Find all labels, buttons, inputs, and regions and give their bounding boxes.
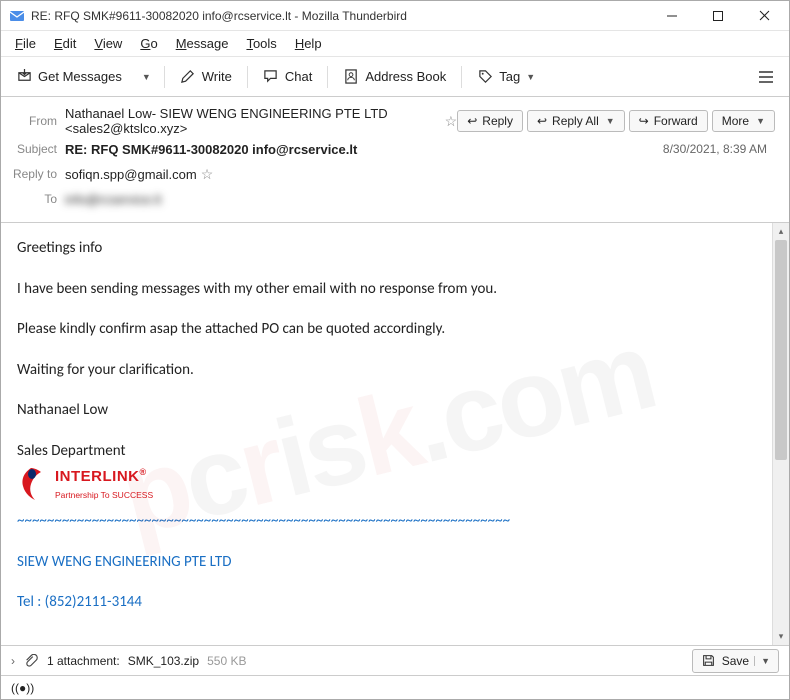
menu-tools[interactable]: Tools bbox=[238, 33, 284, 54]
from-label: From bbox=[1, 114, 65, 128]
expand-icon[interactable]: › bbox=[11, 654, 15, 668]
forward-icon: ↪ bbox=[639, 114, 649, 128]
date-value: 8/30/2021, 8:39 AM bbox=[663, 142, 775, 156]
titlebar: RE: RFQ SMK#9611-30082020 info@rcservice… bbox=[1, 1, 789, 31]
app-menu-button[interactable] bbox=[749, 63, 783, 91]
menu-file[interactable]: File bbox=[7, 33, 44, 54]
scroll-up-icon[interactable]: ▴ bbox=[773, 223, 789, 240]
toolbar: Get Messages ▼ Write Chat Address Book T… bbox=[1, 57, 789, 97]
app-icon bbox=[9, 8, 25, 24]
menu-go[interactable]: Go bbox=[132, 33, 165, 54]
menu-view[interactable]: View bbox=[86, 33, 130, 54]
chevron-down-icon: ▼ bbox=[606, 116, 615, 126]
menubar: File Edit View Go Message Tools Help bbox=[1, 31, 789, 57]
chevron-down-icon: ▼ bbox=[756, 116, 765, 126]
reply-all-icon: ↩ bbox=[537, 114, 547, 128]
window-title: RE: RFQ SMK#9611-30082020 info@rcservice… bbox=[31, 9, 649, 23]
message-body: pcrisk.com Greetings info I have been se… bbox=[1, 223, 772, 645]
replyto-value[interactable]: sofiqn.spp@gmail.com bbox=[65, 167, 197, 182]
message-header: From Nathanael Low- SIEW WENG ENGINEERIN… bbox=[1, 97, 789, 223]
body-p1: I have been sending messages with my oth… bbox=[17, 278, 756, 301]
forward-button[interactable]: ↪Forward bbox=[629, 110, 708, 132]
logo-tagline: Partnership To SUCCESS bbox=[55, 489, 153, 502]
company-logo: INTERLINK® Partnership To SUCCESS bbox=[17, 466, 756, 502]
from-value[interactable]: Nathanael Low- SIEW WENG ENGINEERING PTE… bbox=[65, 106, 441, 136]
chevron-down-icon: ▼ bbox=[142, 72, 151, 82]
to-label: To bbox=[1, 192, 65, 206]
logo-mark-icon bbox=[17, 466, 49, 502]
attachment-count: 1 attachment: bbox=[47, 654, 120, 668]
signature-name: Nathanael Low bbox=[17, 399, 756, 422]
star-icon[interactable]: ☆ bbox=[445, 113, 458, 130]
chat-label: Chat bbox=[285, 69, 312, 84]
reply-button[interactable]: ↩Reply bbox=[457, 110, 523, 132]
body-p3: Waiting for your clarification. bbox=[17, 359, 756, 382]
status-bar: ((●)) bbox=[1, 675, 789, 699]
reply-icon: ↩ bbox=[467, 114, 477, 128]
attachment-size: 550 KB bbox=[207, 654, 246, 668]
menu-message[interactable]: Message bbox=[168, 33, 237, 54]
write-button[interactable]: Write bbox=[171, 63, 241, 91]
tag-label: Tag bbox=[499, 69, 520, 84]
star-icon[interactable]: ☆ bbox=[201, 166, 214, 183]
signature-tel: Tel : (852)2111-3144 bbox=[17, 591, 756, 614]
write-label: Write bbox=[202, 69, 232, 84]
subject-label: Subject bbox=[1, 142, 65, 156]
address-book-icon bbox=[343, 69, 359, 85]
menu-help[interactable]: Help bbox=[287, 33, 330, 54]
get-messages-dropdown[interactable]: ▼ bbox=[135, 66, 158, 88]
more-button[interactable]: More▼ bbox=[712, 110, 775, 132]
attachment-bar: › 1 attachment: SMK_103.zip 550 KB Save … bbox=[1, 645, 789, 675]
menu-icon bbox=[758, 69, 774, 85]
get-messages-label: Get Messages bbox=[38, 69, 122, 84]
separator bbox=[247, 66, 248, 88]
tag-icon bbox=[477, 69, 493, 85]
scrollbar[interactable]: ▴ ▾ bbox=[772, 223, 789, 645]
address-book-button[interactable]: Address Book bbox=[334, 63, 455, 91]
pencil-icon bbox=[180, 69, 196, 85]
chevron-down-icon[interactable]: ▼ bbox=[754, 656, 770, 666]
replyto-label: Reply to bbox=[1, 167, 65, 181]
menu-edit[interactable]: Edit bbox=[46, 33, 84, 54]
app-window: RE: RFQ SMK#9611-30082020 info@rcservice… bbox=[0, 0, 790, 700]
activity-icon: ((●)) bbox=[11, 681, 34, 695]
close-button[interactable] bbox=[741, 1, 787, 31]
logo-r: ® bbox=[140, 467, 147, 477]
separator bbox=[461, 66, 462, 88]
save-attachment-button[interactable]: Save ▼ bbox=[692, 649, 779, 673]
reply-all-button[interactable]: ↩Reply All▼ bbox=[527, 110, 625, 132]
scroll-down-icon[interactable]: ▾ bbox=[773, 628, 789, 645]
signature-company: SIEW WENG ENGINEERING PTE LTD bbox=[17, 551, 756, 574]
save-icon bbox=[701, 653, 717, 669]
tag-button[interactable]: Tag ▼ bbox=[468, 63, 544, 91]
signature-dept: Sales Department bbox=[17, 440, 756, 463]
subject-value: RE: RFQ SMK#9611-30082020 info@rcservice… bbox=[65, 142, 357, 157]
maximize-button[interactable] bbox=[695, 1, 741, 31]
paperclip-icon bbox=[23, 653, 39, 669]
body-greeting: Greetings info bbox=[17, 237, 756, 260]
address-book-label: Address Book bbox=[365, 69, 446, 84]
separator bbox=[327, 66, 328, 88]
scroll-thumb[interactable] bbox=[775, 240, 787, 460]
separator bbox=[164, 66, 165, 88]
download-icon bbox=[16, 69, 32, 85]
chat-button[interactable]: Chat bbox=[254, 63, 321, 91]
chevron-down-icon: ▼ bbox=[526, 72, 535, 82]
get-messages-button[interactable]: Get Messages bbox=[7, 63, 131, 91]
attachment-filename[interactable]: SMK_103.zip bbox=[128, 654, 199, 668]
body-p2: Please kindly confirm asap the attached … bbox=[17, 318, 756, 341]
minimize-button[interactable] bbox=[649, 1, 695, 31]
chat-icon bbox=[263, 69, 279, 85]
to-value[interactable]: info@rcservice.lt bbox=[65, 192, 161, 207]
divider-wave: ~~~~~~~~~~~~~~~~~~~~~~~~~~~~~~~~~~~~~~~~… bbox=[17, 510, 756, 533]
logo-name: INTERLINK bbox=[55, 468, 140, 485]
